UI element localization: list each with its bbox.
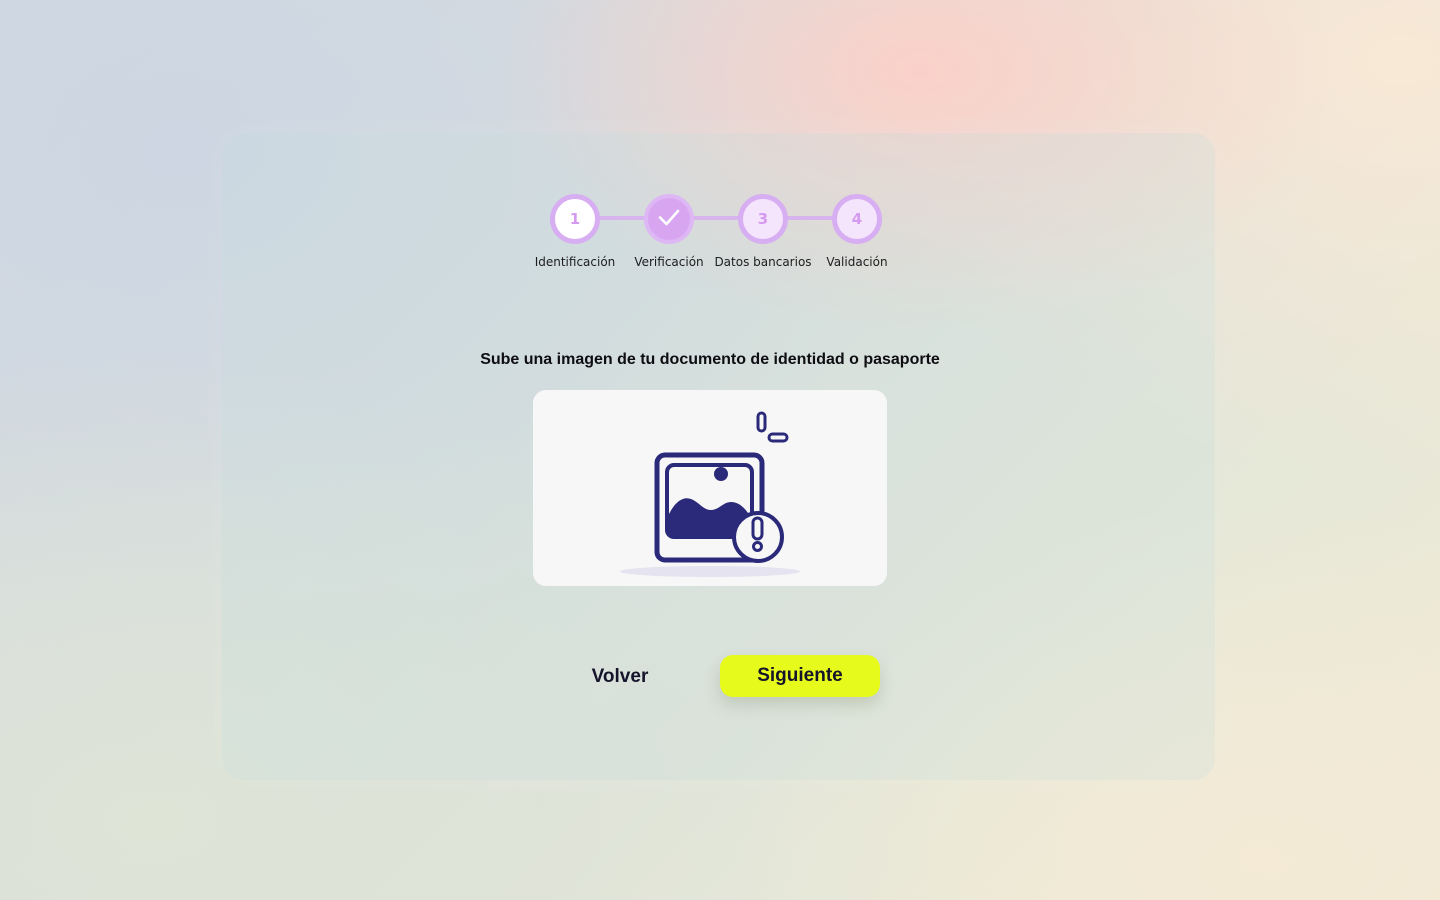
icon-shadow	[620, 566, 800, 577]
step-1-indicator[interactable]: 1	[550, 194, 600, 244]
image-warning-icon	[643, 410, 793, 565]
next-button[interactable]: Siguiente	[720, 655, 880, 697]
step-2-indicator[interactable]	[644, 194, 694, 244]
step-3-indicator[interactable]: 3	[738, 194, 788, 244]
step-number: 4	[851, 210, 863, 228]
step-number: 3	[757, 210, 769, 228]
step-connector	[786, 216, 838, 220]
document-upload-dropzone[interactable]	[533, 390, 887, 586]
step-number: 1	[569, 210, 581, 228]
progress-stepper: 1 3 4 Identificación Verificación Datos …	[0, 0, 1440, 300]
step-connector	[692, 216, 744, 220]
step-4-indicator[interactable]: 4	[832, 194, 882, 244]
check-icon	[656, 204, 682, 234]
step-4-label: Validación	[826, 255, 888, 269]
back-button[interactable]: Volver	[572, 657, 668, 697]
page-title: Sube una imagen de tu documento de ident…	[480, 351, 940, 368]
step-connector	[598, 216, 650, 220]
